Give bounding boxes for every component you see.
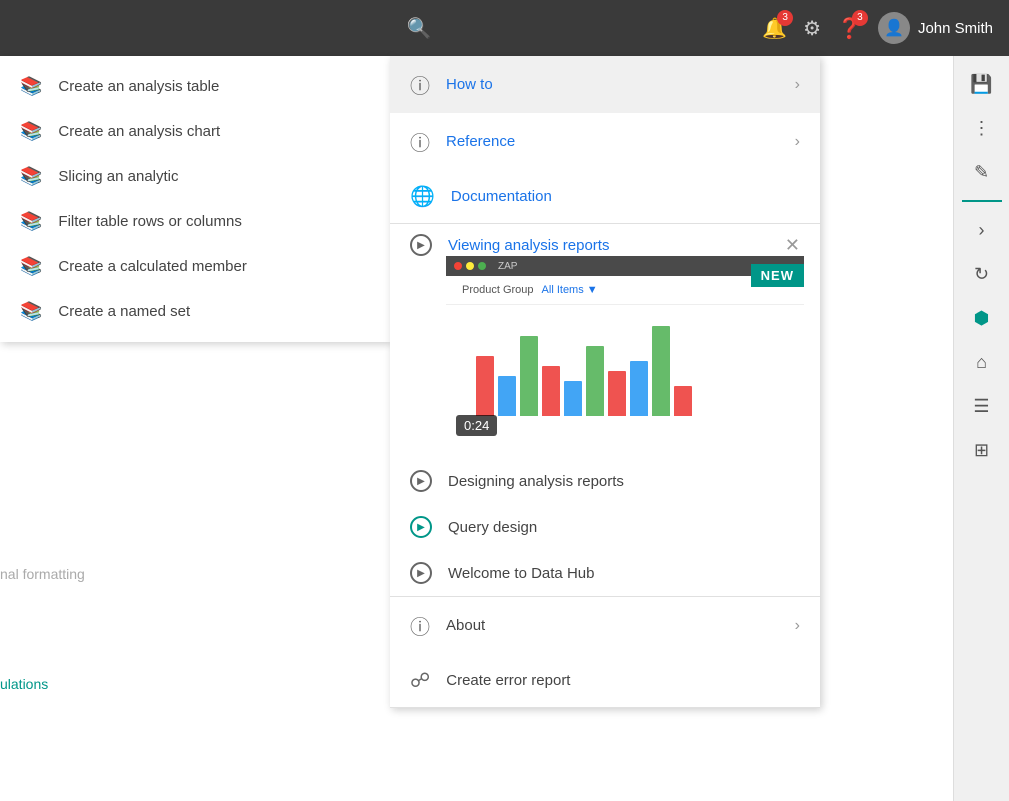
help-menu-section-video: ▶ Viewing analysis reports ✕ ZAP	[390, 224, 820, 597]
menu-item-label-create-named-set: Create a named set	[58, 303, 190, 320]
list-sidebar-icon[interactable]: ☰	[962, 386, 1002, 426]
chevron-right-reference: ›	[795, 133, 800, 151]
chart-bar	[652, 326, 670, 416]
user-name: John Smith	[918, 20, 993, 37]
chart-bar	[630, 361, 648, 416]
new-badge: NEW	[751, 264, 804, 287]
book-icon-3: 📚	[20, 166, 42, 187]
menu-item-create-calculated-member[interactable]: 📚 Create a calculated member	[0, 244, 390, 289]
book-icon-5: 📚	[20, 256, 42, 277]
book-icon-4: 📚	[20, 211, 42, 232]
chart-app-label: ZAP	[498, 261, 517, 272]
play-icon-viewing: ▶	[410, 234, 432, 256]
video-item-query-label: Query design	[448, 519, 537, 536]
video-item-query-design[interactable]: ▶ Query design	[390, 504, 820, 550]
chevron-right-about: ›	[795, 617, 800, 635]
right-sidebar: 💾 ⋮ ✎ › ↻ ⬢ ⌂ ☰ ⊞	[953, 56, 1009, 801]
chart-bar	[608, 371, 626, 416]
help-menu: ⓘ How to › ⓘ Reference › 🌐 Documentation…	[390, 56, 820, 708]
play-icon-welcome: ▶	[410, 562, 432, 584]
help-item-reference[interactable]: ⓘ Reference ›	[390, 113, 820, 170]
help-menu-section-links: ⓘ How to › ⓘ Reference › 🌐 Documentation	[390, 56, 820, 224]
chart-bar	[586, 346, 604, 416]
video-card[interactable]: ZAP Product Group All Items ▼ NEW 0:24	[446, 256, 804, 446]
more-sidebar-icon[interactable]: ⋮	[962, 108, 1002, 148]
help-item-how-to[interactable]: ⓘ How to ›	[390, 56, 820, 113]
menu-item-label-create-analysis-chart: Create an analysis chart	[58, 123, 220, 140]
help-badge: 3	[852, 10, 868, 26]
video-item-designing-label: Designing analysis reports	[448, 473, 624, 490]
help-item-howto-label: How to	[446, 76, 779, 93]
menu-item-create-analysis-table[interactable]: 📚 Create an analysis table	[0, 64, 390, 109]
help-icon[interactable]: ❓ 3	[837, 16, 862, 41]
book-icon-6: 📚	[20, 301, 42, 322]
chart-bar	[674, 386, 692, 416]
forward-sidebar-icon[interactable]: ›	[962, 210, 1002, 250]
menu-item-filter-table-rows[interactable]: 📚 Filter table rows or columns	[0, 199, 390, 244]
help-item-reference-label: Reference	[446, 133, 779, 150]
menu-item-label-filter-table-rows: Filter table rows or columns	[58, 213, 241, 230]
book-icon-2: 📚	[20, 121, 42, 142]
calculations-text: ulations	[0, 676, 48, 692]
main-area: nal formatting ulations 💾 ⋮ ✎ › ↻ ⬢ ⌂ ☰ …	[0, 56, 1009, 801]
play-icon-designing: ▶	[410, 470, 432, 492]
chevron-right-howto: ›	[795, 76, 800, 94]
question-circle-icon-howto: ⓘ	[410, 70, 430, 99]
edit-sidebar-icon[interactable]: ✎	[962, 152, 1002, 192]
grid-sidebar-icon[interactable]: ⊞	[962, 430, 1002, 470]
chart-bar	[498, 376, 516, 416]
chart-bar	[476, 356, 494, 416]
save-sidebar-icon[interactable]: 💾	[962, 64, 1002, 104]
chart-bar	[542, 366, 560, 416]
chart-bar	[564, 381, 582, 416]
search-icon[interactable]: 🔍	[407, 16, 432, 41]
video-item-designing[interactable]: ▶ Designing analysis reports	[390, 458, 820, 504]
bug-icon-error-report: ☍	[410, 668, 430, 693]
home-sidebar-icon[interactable]: ⌂	[962, 342, 1002, 382]
chart-bar	[520, 336, 538, 416]
help-item-about[interactable]: ⓘ About ›	[390, 597, 820, 654]
menu-item-create-named-set[interactable]: 📚 Create a named set	[0, 289, 390, 334]
conditional-formatting-text: nal formatting	[0, 566, 85, 582]
close-featured-video-button[interactable]: ✕	[785, 235, 800, 256]
book-icon-1: 📚	[20, 76, 42, 97]
viewing-row: ▶ Viewing analysis reports ✕	[390, 224, 820, 256]
menu-item-create-analysis-chart[interactable]: 📚 Create an analysis chart	[0, 109, 390, 154]
left-menu: 📚 Create an analysis table 📚 Create an a…	[0, 56, 390, 342]
featured-video-title: Viewing analysis reports	[448, 237, 769, 254]
notification-badge: 3	[777, 10, 793, 26]
menu-item-label-slicing-analytic: Slicing an analytic	[58, 168, 178, 185]
user-menu[interactable]: 👤 John Smith	[878, 12, 993, 44]
question-circle-icon-reference: ⓘ	[410, 127, 430, 156]
help-item-about-label: About	[446, 617, 779, 634]
cube-sidebar-icon[interactable]: ⬢	[962, 298, 1002, 338]
chart-bars-area	[446, 305, 804, 446]
chart-filter-value: All Items ▼	[542, 284, 598, 296]
menu-item-slicing-analytic[interactable]: 📚 Slicing an analytic	[0, 154, 390, 199]
video-item-welcome-label: Welcome to Data Hub	[448, 565, 594, 582]
globe-icon-documentation: 🌐	[410, 184, 435, 209]
help-item-documentation-label: Documentation	[451, 188, 800, 205]
help-item-documentation[interactable]: 🌐 Documentation	[390, 170, 820, 223]
info-circle-icon-about: ⓘ	[410, 611, 430, 640]
notification-icon[interactable]: 🔔 3	[762, 16, 787, 41]
help-menu-section-bottom: ⓘ About › ☍ Create error report	[390, 597, 820, 708]
settings-icon[interactable]: ⚙	[803, 16, 821, 41]
header: 🔍 🔔 3 ⚙ ❓ 3 👤 John Smith	[0, 0, 1009, 56]
avatar: 👤	[878, 12, 910, 44]
menu-item-label-create-analysis-table: Create an analysis table	[58, 78, 219, 95]
chart-filter-label: Product Group	[462, 284, 534, 296]
refresh-sidebar-icon[interactable]: ↻	[962, 254, 1002, 294]
help-item-error-report-label: Create error report	[446, 672, 800, 689]
menu-item-label-create-calculated-member: Create a calculated member	[58, 258, 246, 275]
help-item-error-report[interactable]: ☍ Create error report	[390, 654, 820, 707]
play-icon-query: ▶	[410, 516, 432, 538]
video-item-welcome[interactable]: ▶ Welcome to Data Hub	[390, 550, 820, 596]
video-timer: 0:24	[456, 415, 497, 436]
